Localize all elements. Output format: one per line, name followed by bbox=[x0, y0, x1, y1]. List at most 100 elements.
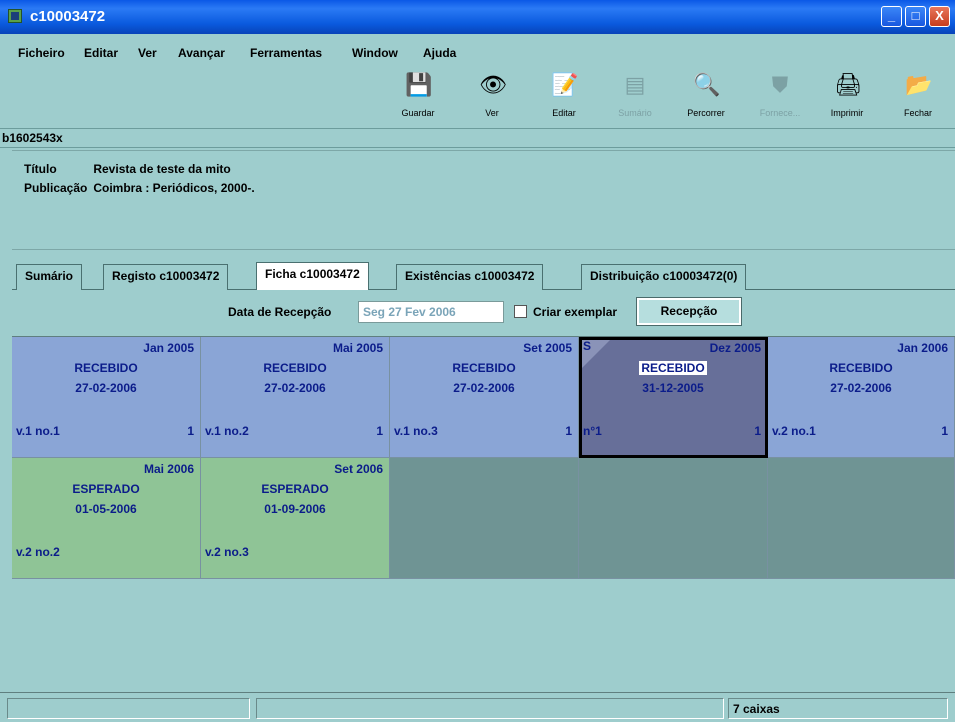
issue-status-text: RECEBIDO bbox=[639, 361, 707, 375]
issue-date: Set 2005 bbox=[523, 341, 572, 355]
title-label: Título bbox=[24, 162, 57, 176]
maximize-button[interactable]: □ bbox=[905, 6, 926, 27]
issue-status: RECEBIDO bbox=[74, 361, 138, 375]
issue-received-date: 27-02-2006 bbox=[75, 381, 137, 395]
reception-date-field[interactable]: Seg 27 Fev 2006 bbox=[358, 301, 504, 323]
menu-ver[interactable]: Ver bbox=[138, 46, 157, 60]
close-record-label: Fechar bbox=[903, 108, 932, 118]
record-id: b1602543x bbox=[2, 131, 63, 145]
issue-received-date: 31-12-2005 bbox=[642, 381, 704, 395]
save-button[interactable]: 💾 Guardar bbox=[386, 72, 450, 118]
issue-received-date: 27-02-2006 bbox=[830, 381, 892, 395]
issue-status: ESPERADO bbox=[72, 482, 140, 496]
bib-info-panel: Título Revista de teste da mito Publicaç… bbox=[12, 150, 955, 250]
menu-window[interactable]: Window bbox=[352, 46, 398, 60]
reception-button[interactable]: Recepção bbox=[636, 297, 742, 326]
view-icon: 👁 bbox=[479, 72, 507, 97]
issue-count: 1 bbox=[187, 424, 194, 438]
status-bar: 7 caixas bbox=[0, 692, 955, 722]
tab-existencias[interactable]: Existências c10003472 bbox=[396, 264, 544, 290]
issue-status: RECEBIDO bbox=[452, 361, 516, 375]
summary-button[interactable]: ▤ Sumário bbox=[603, 72, 667, 118]
view-label: Ver bbox=[485, 108, 499, 118]
reception-date-label: Data de Recepção bbox=[228, 305, 332, 319]
menu-ferramentas[interactable]: Ferramentas bbox=[250, 46, 322, 60]
issue-expected-date: 01-05-2006 bbox=[75, 502, 137, 516]
issue-cell[interactable]: Jan 2005 RECEBIDO 27-02-2006 v.1 no.1 1 bbox=[12, 337, 201, 458]
app-window: c10003472 _ □ X Ficheiro Editar Ver Avan… bbox=[0, 0, 955, 722]
issue-status: RECEBIDO bbox=[579, 361, 767, 375]
issue-date: Jan 2006 bbox=[897, 341, 948, 355]
issue-cell[interactable]: Mai 2006 ESPERADO 01-05-2006 v.2 no.2 bbox=[12, 458, 201, 579]
issue-received-date: 27-02-2006 bbox=[264, 381, 326, 395]
issue-cell[interactable]: Set 2005 RECEBIDO 27-02-2006 v.1 no.3 1 bbox=[390, 337, 579, 458]
menu-avancar[interactable]: Avançar bbox=[178, 46, 225, 60]
issue-count: 1 bbox=[376, 424, 383, 438]
menu-bar: Ficheiro Editar Ver Avançar Ferramentas … bbox=[0, 34, 955, 62]
title-bar[interactable]: c10003472 _ □ X bbox=[0, 0, 955, 34]
issue-date: Mai 2005 bbox=[332, 341, 383, 355]
issue-cell[interactable]: Set 2006 ESPERADO 01-09-2006 v.2 no.3 bbox=[201, 458, 390, 579]
issue-volume: v.1 no.2 bbox=[205, 424, 249, 438]
supplier-label: Fornece... bbox=[759, 108, 801, 118]
issue-date: Set 2006 bbox=[334, 462, 383, 476]
issue-status: RECEBIDO bbox=[263, 361, 327, 375]
tab-registo[interactable]: Registo c10003472 bbox=[103, 264, 229, 290]
browse-button[interactable]: 🔍 Percorrer bbox=[674, 72, 738, 118]
empty-cell bbox=[579, 458, 768, 579]
issue-cell[interactable]: Mai 2005 RECEBIDO 27-02-2006 v.1 no.2 1 bbox=[201, 337, 390, 458]
supplier-icon: ⛊ bbox=[771, 72, 789, 97]
close-button[interactable]: X bbox=[929, 6, 950, 27]
issue-volume: v.1 no.1 bbox=[16, 424, 60, 438]
close-record-button[interactable]: 📂 Fechar bbox=[886, 72, 950, 118]
toolbar: 💾 Guardar 👁 Ver 📝 Editar ▤ Sumário 🔍 Per… bbox=[0, 62, 955, 129]
publication-row: Publicação Coimbra : Periódicos, 2000-. bbox=[24, 181, 255, 195]
supplier-button[interactable]: ⛊ Fornece... bbox=[748, 72, 812, 118]
issue-expected-date: 01-09-2006 bbox=[264, 502, 326, 516]
issue-volume: v.2 no.1 bbox=[772, 424, 816, 438]
empty-cell bbox=[768, 458, 955, 579]
issue-volume: v.1 no.3 bbox=[394, 424, 438, 438]
print-label: Imprimir bbox=[830, 108, 864, 118]
issue-volume: v.2 no.3 bbox=[205, 545, 249, 559]
browse-label: Percorrer bbox=[687, 108, 725, 118]
edit-icon: 📝 bbox=[551, 72, 579, 97]
issue-date: Dez 2005 bbox=[709, 341, 761, 355]
status-segment bbox=[7, 698, 250, 719]
issue-status: RECEBIDO bbox=[829, 361, 893, 375]
publication-value: Coimbra : Periódicos, 2000-. bbox=[93, 181, 255, 195]
title-row: Título Revista de teste da mito bbox=[24, 162, 231, 176]
issue-volume: v.2 no.2 bbox=[16, 545, 60, 559]
issue-cell-selected[interactable]: S Dez 2005 RECEBIDO 31-12-2005 n°1 1 bbox=[579, 337, 768, 458]
print-icon: 🖨 bbox=[834, 72, 862, 97]
title-value: Revista de teste da mito bbox=[93, 162, 231, 176]
issue-volume: n°1 bbox=[583, 424, 602, 438]
issue-received-date: 27-02-2006 bbox=[453, 381, 515, 395]
view-button[interactable]: 👁 Ver bbox=[460, 72, 524, 118]
tab-sumario[interactable]: Sumário bbox=[16, 264, 83, 290]
tab-distribuicao[interactable]: Distribuição c10003472(0) bbox=[581, 264, 747, 290]
window-title: c10003472 bbox=[30, 8, 106, 25]
record-id-bar: b1602543x bbox=[0, 130, 955, 148]
print-button[interactable]: 🖨 Imprimir bbox=[815, 72, 879, 118]
save-icon: 💾 bbox=[405, 72, 433, 97]
minimize-button[interactable]: _ bbox=[881, 6, 902, 27]
issue-cell[interactable]: Jan 2006 RECEBIDO 27-02-2006 v.2 no.1 1 bbox=[768, 337, 955, 458]
menu-ficheiro[interactable]: Ficheiro bbox=[18, 46, 65, 60]
menu-ajuda[interactable]: Ajuda bbox=[423, 46, 456, 60]
menu-editar[interactable]: Editar bbox=[84, 46, 118, 60]
issue-grid: Jan 2005 RECEBIDO 27-02-2006 v.1 no.1 1 … bbox=[12, 336, 955, 686]
status-segment bbox=[256, 698, 724, 719]
box-count: 7 caixas bbox=[733, 702, 780, 716]
publication-label: Publicação bbox=[24, 181, 88, 195]
save-label: Guardar bbox=[401, 108, 435, 118]
supplement-flag-letter: S bbox=[583, 339, 592, 353]
reception-row: Data de Recepção Seg 27 Fev 2006 Criar e… bbox=[12, 290, 955, 334]
tab-bar: Sumário Registo c10003472 Ficha c1000347… bbox=[12, 260, 955, 291]
issue-count: 1 bbox=[941, 424, 948, 438]
tab-ficha[interactable]: Ficha c10003472 bbox=[256, 262, 369, 291]
create-copy-checkbox[interactable] bbox=[514, 305, 527, 318]
summary-label: Sumário bbox=[618, 108, 652, 118]
issue-date: Jan 2005 bbox=[143, 341, 194, 355]
edit-button[interactable]: 📝 Editar bbox=[532, 72, 596, 118]
